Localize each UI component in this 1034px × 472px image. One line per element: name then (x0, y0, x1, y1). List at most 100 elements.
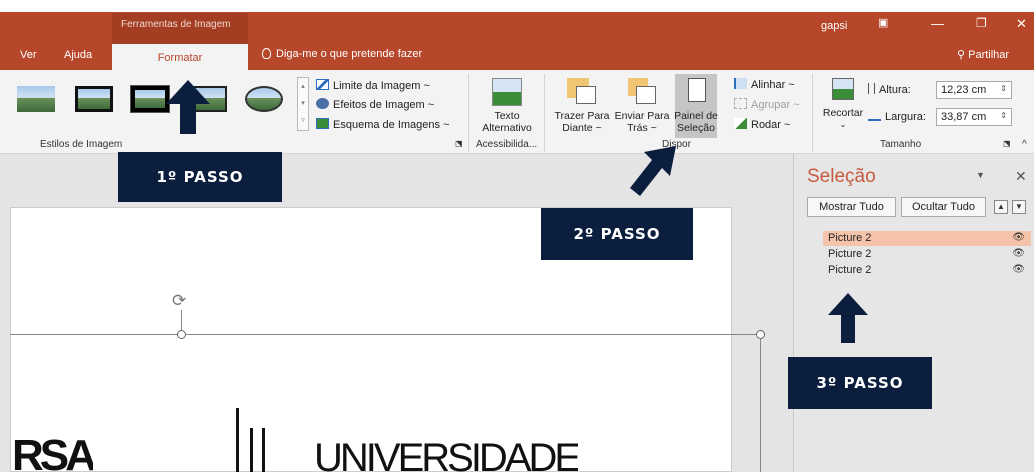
picture-effects-button[interactable]: Efeitos de Imagem ~ (316, 98, 434, 111)
collapse-ribbon-icon[interactable]: ^ (1022, 139, 1027, 150)
selection-pane-label-1: Painel de (674, 110, 718, 122)
picture-styles-group-label: Estilos de Imagem (40, 139, 123, 150)
bring-forward-back-icon (576, 86, 596, 104)
person-icon: ⚲ (957, 49, 969, 61)
step3-callout: 3º PASSO (788, 357, 932, 409)
divider (544, 74, 545, 152)
ribbon-display-icon[interactable]: ▣ (878, 16, 888, 29)
tell-me-search[interactable]: Diga-me o que pretende fazer (262, 48, 422, 60)
selection-item[interactable]: Picture 2 👁 (823, 247, 1031, 262)
send-backward-label-1: Enviar Para (614, 110, 670, 122)
step2-arrow-icon (630, 146, 676, 196)
selection-pane-label: Painel de Seleção (674, 110, 718, 134)
user-name[interactable]: gapsi (821, 20, 847, 32)
move-up-icon[interactable]: ▲ (994, 200, 1008, 214)
divider (812, 74, 813, 152)
restore-icon[interactable]: ❐ (976, 16, 987, 30)
crop-button[interactable]: Recortar ⌄ (816, 107, 870, 131)
rotate-handle-icon[interactable]: ⟳ (172, 292, 190, 310)
alt-text-icon[interactable] (492, 78, 522, 106)
width-icon (868, 110, 881, 121)
crop-icon[interactable] (832, 78, 854, 100)
picture-layout-button[interactable]: Esquema de Imagens ~ (316, 118, 450, 131)
top-strip (0, 0, 1034, 12)
group-label: Agrupar ~ (751, 99, 800, 111)
tab-ajuda[interactable]: Ajuda (64, 49, 92, 61)
picture-style-oval[interactable] (242, 82, 286, 116)
step1-arrow-icon (166, 80, 210, 134)
styles-dialog-launcher-icon[interactable]: ⬔ (455, 139, 463, 148)
rotate-button[interactable]: Rodar ~ (734, 118, 790, 131)
selection-item[interactable]: Picture 2 👁 (823, 263, 1031, 278)
alt-text-button[interactable]: Texto Alternativo (474, 110, 540, 134)
send-backward-front-icon (636, 86, 656, 104)
width-label: Largura: (868, 110, 926, 123)
width-value: 33,87 cm (941, 111, 987, 123)
group-icon (734, 98, 747, 109)
close-icon[interactable]: ✕ (1016, 16, 1027, 32)
height-label: Altura: (868, 83, 911, 96)
width-input[interactable]: 33,87 cm ⇕ (936, 108, 1012, 126)
rotate-stem (181, 310, 182, 332)
picture-tools-header: Ferramentas de Imagem (112, 13, 248, 46)
picture-border-button[interactable]: Limite da Imagem ~ (316, 79, 430, 92)
minimize-icon[interactable]: — (931, 16, 944, 31)
bring-forward-label-1: Trazer Para (554, 110, 610, 122)
tab-ver[interactable]: Ver (20, 49, 37, 61)
selection-item-label: Picture 2 (828, 248, 872, 260)
eye-icon[interactable]: 👁 (1012, 264, 1025, 275)
alt-text-label-2: Alternativo (482, 122, 532, 134)
tell-me-text: Diga-me o que pretende fazer (276, 48, 423, 60)
align-icon (734, 78, 747, 89)
resize-handle-top[interactable] (177, 330, 186, 339)
layout-icon (316, 118, 329, 129)
logo-bar (262, 428, 265, 472)
pane-close-icon[interactable]: ✕ (1015, 168, 1027, 185)
move-down-icon[interactable]: ▼ (1012, 200, 1026, 214)
hide-all-button[interactable]: Ocultar Tudo (901, 197, 986, 217)
tab-formatar[interactable]: Formatar (112, 44, 248, 70)
step2-callout: 2º PASSO (541, 208, 693, 260)
align-label: Alinhar ~ (751, 79, 795, 91)
crop-label: Recortar (822, 107, 864, 119)
show-all-button[interactable]: Mostrar Tudo (807, 197, 896, 217)
picture-style-simple[interactable] (14, 82, 58, 116)
selection-border-right (760, 334, 761, 472)
height-input[interactable]: 12,23 cm ⇕ (936, 81, 1012, 99)
group-button[interactable]: Agrupar ~ (734, 98, 800, 111)
picture-style-black-frame[interactable] (72, 82, 116, 116)
height-icon (868, 83, 875, 94)
logo-right-text: UNIVERSIDADE (314, 440, 579, 472)
step1-callout: 1º PASSO (118, 152, 282, 202)
bring-forward-label-2: Diante ~ (562, 122, 602, 134)
eye-icon[interactable]: 👁 (1012, 248, 1025, 259)
styles-gallery-scroll[interactable]: ▴ ▾ ▿ (297, 77, 309, 131)
picture-border-label: Limite da Imagem ~ (333, 80, 430, 92)
pane-options-chevron-icon[interactable]: ▼ (976, 170, 985, 180)
rotate-label: Rodar ~ (751, 119, 791, 131)
send-backward-label-2: Trás ~ (627, 122, 657, 134)
picture-effects-label: Efeitos de Imagem ~ (333, 99, 435, 111)
picture-layout-label: Esquema de Imagens ~ (333, 119, 450, 131)
share-button[interactable]: ⚲ Partilhar (957, 48, 1009, 61)
send-backward-button[interactable]: Enviar Para Trás ~ (612, 110, 672, 134)
effects-icon (316, 98, 329, 109)
share-label: Partilhar (968, 49, 1010, 61)
height-value: 12,23 cm (941, 84, 987, 96)
height-label-text: Altura: (879, 84, 911, 96)
logo-bar (250, 428, 253, 472)
height-spinner-icon[interactable]: ⇕ (1000, 84, 1007, 93)
bring-forward-button[interactable]: Trazer Para Diante ~ (551, 110, 613, 134)
selection-item-label: Picture 2 (828, 264, 872, 276)
step3-arrow-icon (828, 293, 868, 343)
align-button[interactable]: Alinhar ~ (734, 78, 795, 91)
resize-handle-top-right[interactable] (756, 330, 765, 339)
selection-item-label: Picture 2 (828, 232, 872, 244)
width-spinner-icon[interactable]: ⇕ (1000, 111, 1007, 120)
selection-item[interactable]: Picture 2 👁 (823, 231, 1031, 246)
size-dialog-launcher-icon[interactable]: ⬔ (1003, 139, 1011, 148)
logo-left-text: RSA (12, 436, 93, 472)
eye-icon[interactable]: 👁 (1012, 232, 1025, 243)
width-label-text: Largura: (885, 111, 926, 123)
divider (468, 74, 469, 152)
